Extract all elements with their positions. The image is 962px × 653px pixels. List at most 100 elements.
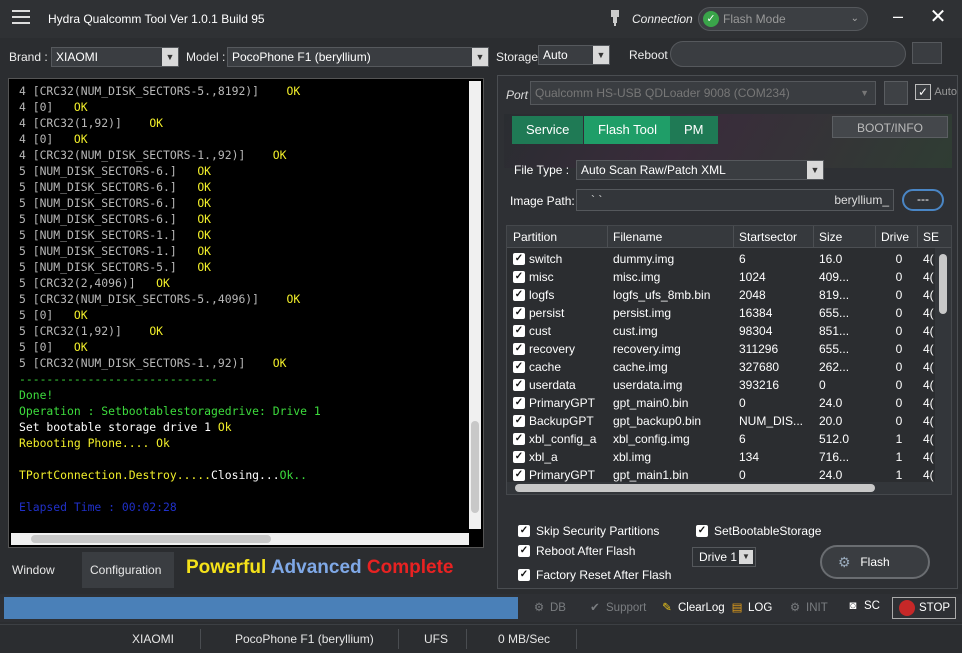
reboot-select[interactable] (670, 41, 906, 67)
row-checkbox[interactable]: ✓ (513, 433, 525, 445)
column-header[interactable]: Size (819, 230, 842, 244)
row-checkbox[interactable]: ✓ (513, 361, 525, 373)
table-row[interactable]: ✓ switch dummy.img 6 16.0 0 4( (507, 250, 937, 268)
table-cell: 0 (895, 360, 903, 374)
db-button[interactable]: ⚙ DB (532, 600, 566, 614)
drive-select[interactable]: Drive 1 ▼ (692, 547, 756, 567)
row-checkbox[interactable]: ✓ (513, 271, 525, 283)
table-row[interactable]: ✓ recovery recovery.img 311296 655... 0 4( (507, 340, 937, 358)
row-checkbox[interactable]: ✓ (513, 307, 525, 319)
log-status-ok: OK (73, 340, 88, 354)
log-console[interactable]: 4 [CRC32(NUM_DISK_SECTORS-5.,8192)] OK 4 … (8, 78, 484, 548)
partition-table[interactable]: Partition Filename Startsector Size Drive SE … (506, 225, 952, 495)
log-line: 4 [0] OK (19, 131, 464, 147)
tab-flash-tool[interactable]: Flash Tool (584, 116, 672, 144)
tab-pm[interactable]: PM (670, 116, 718, 144)
log-gap (245, 356, 272, 370)
log-line: 5 [NUM_DISK_SECTORS-6.] OK (19, 163, 464, 179)
stop-button[interactable]: STOP (892, 597, 956, 619)
browse-button[interactable]: --- (902, 189, 944, 211)
scroll-thumb[interactable] (31, 535, 271, 543)
row-checkbox[interactable]: ✓ (513, 343, 525, 355)
row-checkbox[interactable]: ✓ (513, 469, 525, 481)
column-header[interactable]: Partition (513, 230, 557, 244)
minimize-button[interactable]: – (889, 7, 907, 27)
scroll-thumb[interactable] (939, 254, 947, 314)
log-text: 4 [CRC32(NUM_DISK_SECTORS-5.,8192)] (19, 84, 260, 98)
close-button[interactable]: ✕ (928, 7, 948, 28)
table-row[interactable]: ✓ xbl_config_a xbl_config.img 6 512.0 1 4( (507, 430, 937, 448)
log-horizontal-scrollbar[interactable] (11, 533, 469, 545)
log-button[interactable]: ▤ LOG (730, 600, 773, 614)
log-text: Rebooting Phone.... Ok (19, 436, 170, 450)
table-cell: 0 (819, 378, 826, 392)
table-row[interactable]: ✓ BackupGPT gpt_backup0.bin NUM_DIS... 20.0 0… (507, 412, 937, 430)
log-text: 5 [0] (19, 340, 54, 354)
connection-mode-select[interactable]: ✓ Flash Mode ⌄ (698, 7, 868, 31)
dropdown-arrow-icon: ▼ (472, 48, 488, 66)
tab-configuration[interactable]: Configuration (82, 552, 174, 588)
column-header[interactable]: Startsector (739, 230, 797, 244)
port-select[interactable]: Qualcomm HS-USB QDLoader 9008 (COM234) ▼ (530, 81, 876, 105)
table-cell: 1 (895, 450, 903, 464)
log-text: Set bootable storage drive 1 (19, 420, 218, 434)
flash-panel: Port Qualcomm HS-USB QDLoader 9008 (COM2… (497, 75, 958, 589)
storage-select[interactable]: Auto ▼ (538, 45, 610, 65)
tab-window-log[interactable]: Window Log (4, 552, 80, 613)
column-header[interactable]: Filename (613, 230, 662, 244)
row-checkbox[interactable]: ✓ (513, 451, 525, 463)
table-cell: 0 (895, 414, 903, 428)
image-path-start: ` ` (591, 193, 603, 207)
table-row[interactable]: ✓ cache cache.img 327680 262... 0 4( (507, 358, 937, 376)
log-line: ----------------------------- (19, 371, 464, 387)
support-button[interactable]: ✔ Support (588, 600, 646, 614)
column-header[interactable]: SE (923, 230, 939, 244)
file-type-select[interactable]: Auto Scan Raw/Patch XML ▼ (576, 160, 824, 180)
brand-select[interactable]: XIAOMI ▼ (51, 47, 179, 67)
table-row[interactable]: ✓ PrimaryGPT gpt_main0.bin 0 24.0 0 4( (507, 394, 937, 412)
table-row[interactable]: ✓ persist persist.img 16384 655... 0 4( (507, 304, 937, 322)
image-path-input[interactable]: ` ` beryllium_ (576, 189, 894, 211)
table-row[interactable]: ✓ logfs logfs_ufs_8mb.bin 2048 819... 0 4( (507, 286, 937, 304)
row-checkbox[interactable]: ✓ (513, 415, 525, 427)
skip-security-checkbox[interactable]: ✓ Skip Security Partitions (518, 524, 659, 538)
set-bootable-checkbox[interactable]: ✓ SetBootableStorage (696, 524, 821, 538)
log-gap (177, 260, 198, 274)
reboot-after-checkbox[interactable]: ✓ Reboot After Flash (518, 544, 635, 558)
log-status-ok: OK (73, 100, 88, 114)
row-checkbox[interactable]: ✓ (513, 289, 525, 301)
table-row[interactable]: ✓ misc misc.img 1024 409... 0 4( (507, 268, 937, 286)
auto-checkbox[interactable]: ✓ Auto (915, 84, 957, 100)
screenshot-button[interactable]: ◙ SC (846, 600, 880, 612)
log-status-ok: OK (272, 356, 287, 370)
table-vertical-scrollbar[interactable] (935, 248, 951, 494)
tab-service[interactable]: Service (512, 116, 584, 144)
factory-reset-checkbox[interactable]: ✓ Factory Reset After Flash (518, 568, 671, 582)
column-header[interactable]: Drive (881, 230, 909, 244)
port-refresh-button[interactable] (884, 81, 908, 105)
row-checkbox[interactable]: ✓ (513, 397, 525, 409)
row-checkbox[interactable]: ✓ (513, 253, 525, 265)
clearlog-button[interactable]: ✎ ClearLog (660, 600, 725, 614)
table-row[interactable]: ✓ cust cust.img 98304 851... 0 4( (507, 322, 937, 340)
table-cell: 16.0 (819, 252, 843, 266)
model-select[interactable]: PocoPhone F1 (beryllium) ▼ (227, 47, 489, 67)
bottom-toolbar: ⚙ DB ✔ Support ✎ ClearLog ▤ LOG ⚙ INIT ◙ SC ST… (0, 594, 962, 622)
table-row[interactable]: ✓ xbl_a xbl.img 134 716... 1 4( (507, 448, 937, 466)
row-checkbox[interactable]: ✓ (513, 325, 525, 337)
init-button[interactable]: ⚙ INIT (788, 600, 828, 614)
tab-boot-info[interactable]: BOOT/INFO (832, 116, 948, 138)
factory-reset-label: Factory Reset After Flash (536, 568, 672, 582)
menu-icon[interactable] (12, 10, 30, 26)
checkmark-icon: ✓ (518, 569, 530, 581)
table-row[interactable]: ✓ userdata userdata.img 393216 0 0 4( (507, 376, 937, 394)
log-vertical-scrollbar[interactable] (469, 81, 481, 529)
flash-button[interactable]: ⚙ Flash (820, 545, 930, 579)
log-text: 4 [0] (19, 100, 54, 114)
scroll-thumb[interactable] (471, 421, 479, 513)
status-bar: XIAOMI PocoPhone F1 (beryllium) UFS 0 MB… (0, 624, 962, 653)
table-horizontal-scrollbar[interactable] (507, 482, 937, 494)
scroll-thumb[interactable] (515, 484, 875, 492)
reboot-button[interactable] (912, 42, 942, 64)
row-checkbox[interactable]: ✓ (513, 379, 525, 391)
